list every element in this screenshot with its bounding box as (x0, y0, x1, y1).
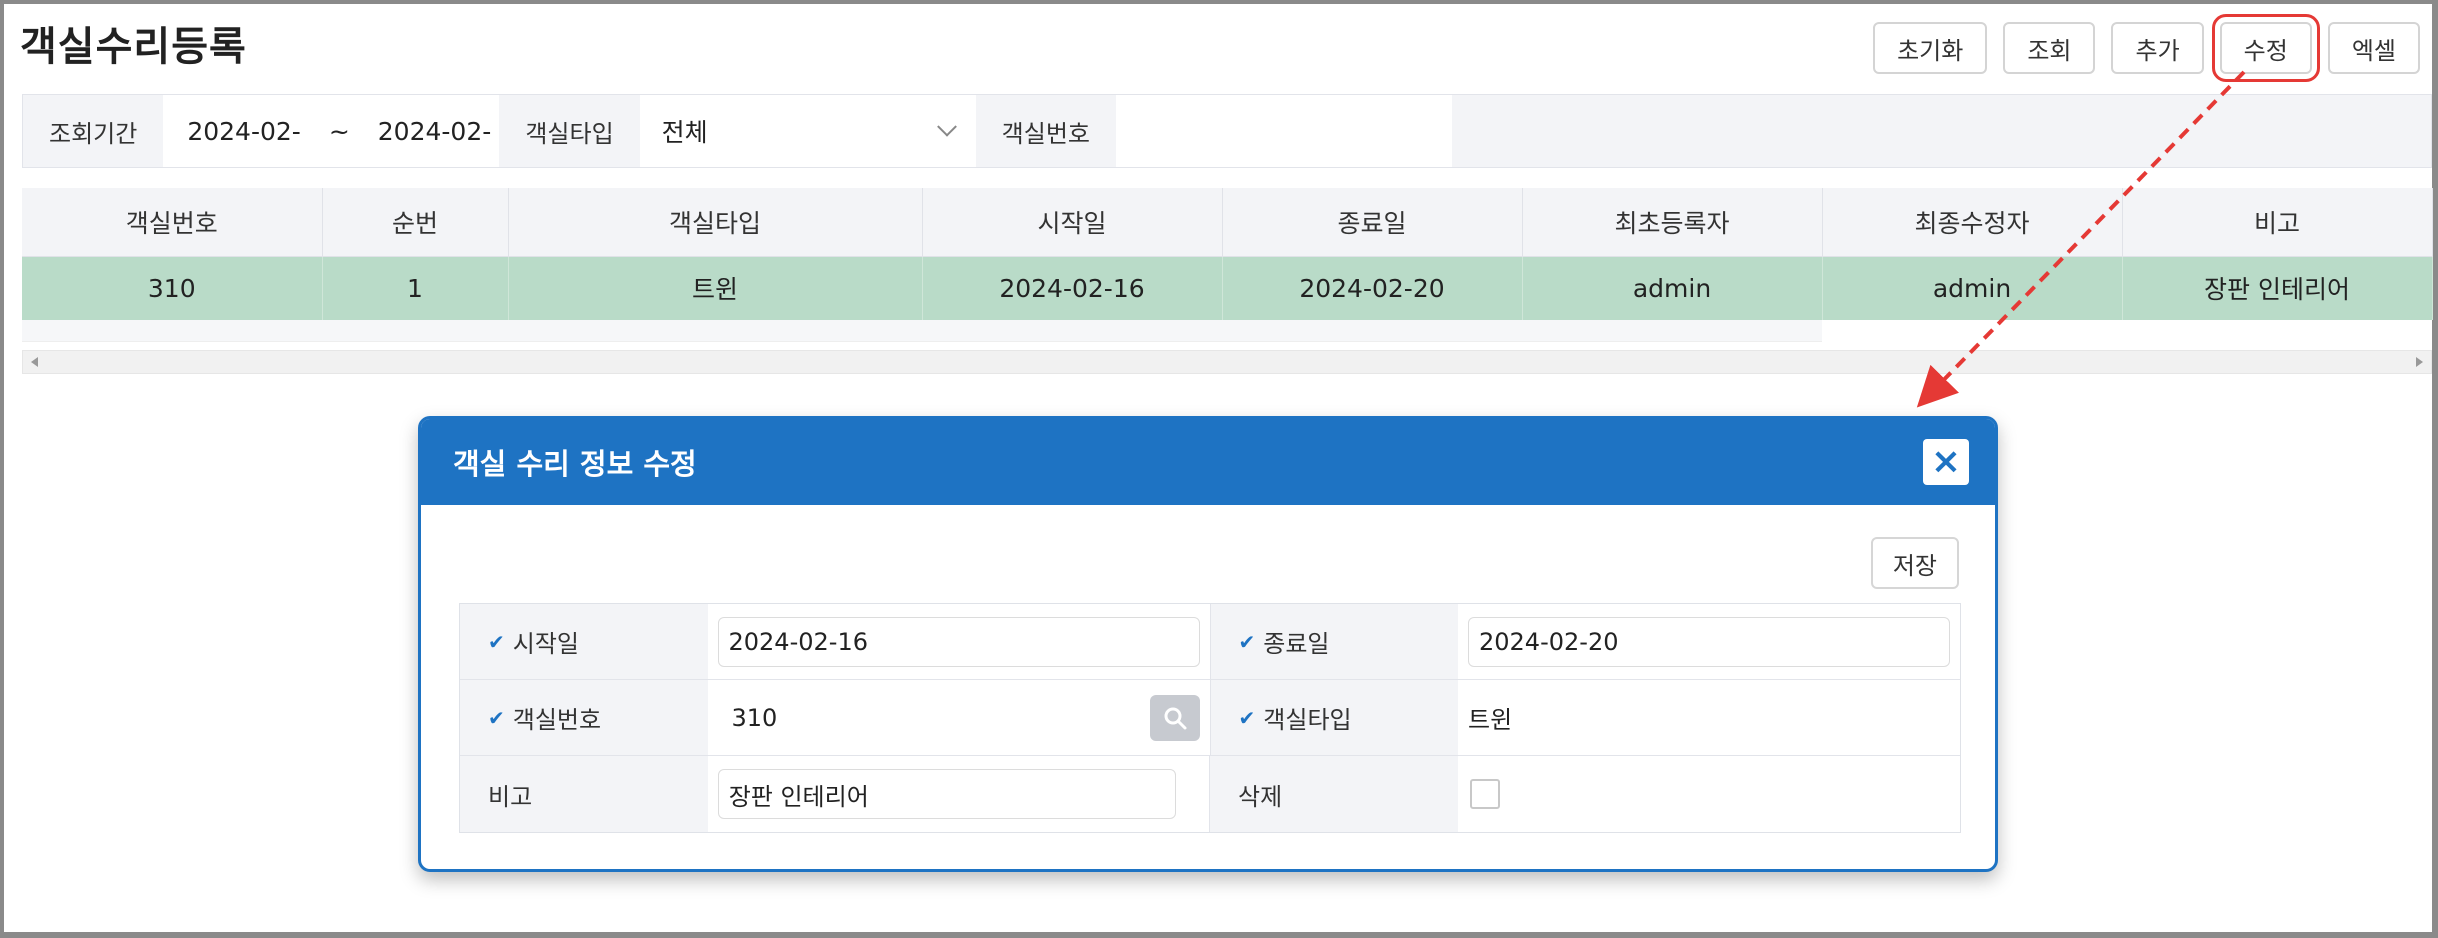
required-check-icon: ✔ (488, 629, 505, 654)
start-date-label: ✔ 시작일 (460, 604, 708, 679)
search-button[interactable]: 조회 (2003, 22, 2096, 74)
delete-checkbox[interactable] (1469, 779, 1500, 809)
scroll-right-icon[interactable] (2416, 357, 2423, 367)
date-from-input[interactable]: 2024-02- (187, 117, 300, 146)
cell-updated-by: admin (1822, 256, 2123, 320)
end-date-cell: 2024-02-20 (1458, 604, 1960, 679)
room-no-input[interactable] (1115, 95, 1452, 167)
horizontal-scrollbar[interactable] (22, 350, 2432, 374)
edit-form: ✔ 시작일 2024-02-16 ✔ 종료일 2024-02-20 ✔ 객실번호… (459, 603, 1961, 833)
search-panel: 조회기간 2024-02- ~ 2024-02- 객실타입 전체 객실번호 (22, 94, 2432, 168)
chevron-down-icon (936, 116, 957, 137)
table-row[interactable]: 310 1 트윈 2024-02-16 2024-02-20 admin adm… (22, 256, 2433, 320)
form-row-room: ✔ 객실번호 310 ✔ 객실타입 트윈 (460, 680, 1960, 756)
excel-button[interactable]: 엑셀 (2327, 22, 2420, 74)
grid-footer (22, 320, 1822, 342)
col-room-type[interactable]: 객실타입 (508, 188, 923, 257)
col-updated-by[interactable]: 최종수정자 (1822, 188, 2123, 257)
edit-repair-modal: 객실 수리 정보 수정 × 저장 ✔ 시작일 2024-02-16 ✔ 종료일 … (418, 416, 1998, 872)
col-end-date[interactable]: 종료일 (1222, 188, 1523, 257)
cell-seq: 1 (322, 256, 509, 320)
modal-title: 객실 수리 정보 수정 (453, 447, 697, 481)
remark-label: 비고 (460, 756, 708, 832)
room-type-cell: 트윈 (1458, 680, 1960, 755)
close-icon[interactable]: × (1923, 439, 1969, 485)
cell-created-by: admin (1522, 256, 1823, 320)
col-created-by[interactable]: 최초등록자 (1522, 188, 1823, 257)
col-seq[interactable]: 순번 (322, 188, 509, 257)
date-to-input[interactable]: 2024-02- (378, 117, 491, 146)
scroll-left-icon[interactable] (31, 357, 38, 367)
remark-input[interactable]: 장판 인테리어 (717, 769, 1176, 819)
col-remark[interactable]: 비고 (2122, 188, 2433, 257)
end-date-input[interactable]: 2024-02-20 (1468, 616, 1950, 667)
modal-header: 객실 수리 정보 수정 × (421, 419, 1995, 505)
reset-button[interactable]: 초기화 (1873, 22, 1988, 74)
room-type-value: 전체 (661, 118, 708, 147)
start-date-input[interactable]: 2024-02-16 (717, 616, 1200, 667)
room-no-cell: 310 (708, 680, 1211, 755)
cell-remark: 장판 인테리어 (2122, 256, 2433, 320)
room-type-select[interactable]: 전체 (639, 95, 976, 167)
cell-room-type: 트윈 (508, 256, 923, 320)
form-row-remark: 비고 장판 인테리어 삭제 (460, 756, 1960, 832)
required-check-icon: ✔ (1238, 629, 1256, 654)
grid-header-row: 객실번호 순번 객실타입 시작일 종료일 최초등록자 최종수정자 비고 (22, 188, 2433, 257)
room-type-readonly: 트윈 (1468, 706, 1513, 734)
cell-room-no: 310 (22, 256, 323, 320)
delete-label: 삭제 (1210, 756, 1458, 832)
delete-cell (1458, 756, 1960, 832)
col-start-date[interactable]: 시작일 (922, 188, 1223, 257)
page-title: 객실수리등록 (20, 24, 247, 70)
room-type-field-label: ✔ 객실타입 (1210, 680, 1459, 755)
period-field: 2024-02- ~ 2024-02- (163, 95, 500, 167)
period-label: 조회기간 (49, 119, 138, 148)
toolbar: 초기화 조회 추가 수정 엑셀 (1873, 14, 2420, 82)
search-icon[interactable] (1149, 694, 1200, 741)
edit-button[interactable]: 수정 (2211, 14, 2320, 82)
required-check-icon: ✔ (488, 705, 505, 730)
room-no-value[interactable]: 310 (732, 704, 778, 732)
add-button[interactable]: 추가 (2111, 22, 2204, 74)
save-button[interactable]: 저장 (1870, 537, 1959, 589)
remark-cell: 장판 인테리어 (708, 756, 1210, 832)
cell-start-date: 2024-02-16 (922, 256, 1223, 320)
col-room-no[interactable]: 객실번호 (22, 188, 323, 257)
room-type-label: 객실타입 (525, 119, 614, 148)
repair-grid: 객실번호 순번 객실타입 시작일 종료일 최초등록자 최종수정자 비고 310 … (22, 188, 2433, 342)
form-row-dates: ✔ 시작일 2024-02-16 ✔ 종료일 2024-02-20 (460, 604, 1960, 680)
start-date-cell: 2024-02-16 (708, 604, 1211, 679)
end-date-label: ✔ 종료일 (1210, 604, 1458, 679)
required-check-icon: ✔ (1238, 705, 1256, 730)
cell-end-date: 2024-02-20 (1222, 256, 1523, 320)
room-no-field-label: ✔ 객실번호 (460, 680, 708, 755)
room-no-field: 310 (718, 694, 1200, 741)
room-no-label: 객실번호 (1001, 119, 1090, 148)
date-tilde: ~ (328, 116, 350, 146)
